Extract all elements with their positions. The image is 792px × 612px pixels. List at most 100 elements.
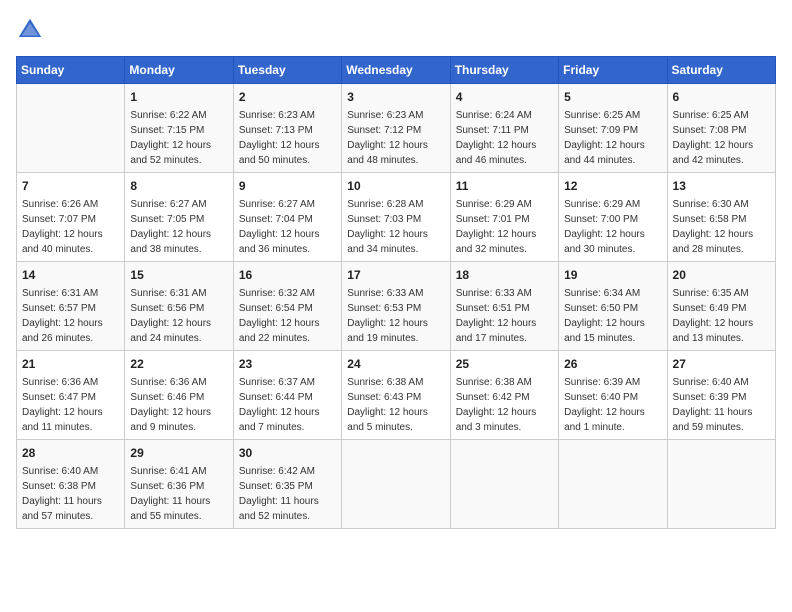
day-number: 26 bbox=[564, 355, 661, 373]
weekday-header: Friday bbox=[559, 57, 667, 84]
calendar-cell bbox=[559, 440, 667, 529]
calendar-cell: 17 Sunrise: 6:33 AM Sunset: 6:53 PM Dayli… bbox=[342, 262, 450, 351]
calendar-cell: 24 Sunrise: 6:38 AM Sunset: 6:43 PM Dayli… bbox=[342, 351, 450, 440]
day-number: 6 bbox=[673, 88, 770, 106]
calendar-cell: 16 Sunrise: 6:32 AM Sunset: 6:54 PM Dayli… bbox=[233, 262, 341, 351]
day-info: Sunrise: 6:39 AM Sunset: 6:40 PM Dayligh… bbox=[564, 375, 661, 435]
day-number: 28 bbox=[22, 444, 119, 462]
day-info: Sunrise: 6:29 AM Sunset: 7:01 PM Dayligh… bbox=[456, 197, 553, 257]
day-number: 8 bbox=[130, 177, 227, 195]
day-info: Sunrise: 6:23 AM Sunset: 7:13 PM Dayligh… bbox=[239, 108, 336, 168]
calendar-cell: 20 Sunrise: 6:35 AM Sunset: 6:49 PM Dayli… bbox=[667, 262, 775, 351]
calendar-cell bbox=[450, 440, 558, 529]
day-number: 22 bbox=[130, 355, 227, 373]
day-info: Sunrise: 6:36 AM Sunset: 6:46 PM Dayligh… bbox=[130, 375, 227, 435]
day-info: Sunrise: 6:30 AM Sunset: 6:58 PM Dayligh… bbox=[673, 197, 770, 257]
calendar-cell: 5 Sunrise: 6:25 AM Sunset: 7:09 PM Daylig… bbox=[559, 84, 667, 173]
calendar-table: SundayMondayTuesdayWednesdayThursdayFrid… bbox=[16, 56, 776, 529]
day-info: Sunrise: 6:31 AM Sunset: 6:57 PM Dayligh… bbox=[22, 286, 119, 346]
day-info: Sunrise: 6:32 AM Sunset: 6:54 PM Dayligh… bbox=[239, 286, 336, 346]
day-info: Sunrise: 6:41 AM Sunset: 6:36 PM Dayligh… bbox=[130, 464, 227, 524]
calendar-cell: 12 Sunrise: 6:29 AM Sunset: 7:00 PM Dayli… bbox=[559, 173, 667, 262]
day-number: 12 bbox=[564, 177, 661, 195]
day-number: 23 bbox=[239, 355, 336, 373]
day-info: Sunrise: 6:37 AM Sunset: 6:44 PM Dayligh… bbox=[239, 375, 336, 435]
day-number: 24 bbox=[347, 355, 444, 373]
day-number: 13 bbox=[673, 177, 770, 195]
weekday-header: Monday bbox=[125, 57, 233, 84]
day-number: 3 bbox=[347, 88, 444, 106]
day-info: Sunrise: 6:26 AM Sunset: 7:07 PM Dayligh… bbox=[22, 197, 119, 257]
day-info: Sunrise: 6:27 AM Sunset: 7:04 PM Dayligh… bbox=[239, 197, 336, 257]
calendar-cell: 11 Sunrise: 6:29 AM Sunset: 7:01 PM Dayli… bbox=[450, 173, 558, 262]
day-number: 4 bbox=[456, 88, 553, 106]
day-number: 30 bbox=[239, 444, 336, 462]
day-number: 15 bbox=[130, 266, 227, 284]
calendar-cell: 22 Sunrise: 6:36 AM Sunset: 6:46 PM Dayli… bbox=[125, 351, 233, 440]
day-info: Sunrise: 6:29 AM Sunset: 7:00 PM Dayligh… bbox=[564, 197, 661, 257]
day-number: 19 bbox=[564, 266, 661, 284]
calendar-cell: 21Sunrise: 6:36 AM Sunset: 6:47 PM Dayli… bbox=[17, 351, 125, 440]
calendar-cell: 25 Sunrise: 6:38 AM Sunset: 6:42 PM Dayli… bbox=[450, 351, 558, 440]
calendar-week-row: 21Sunrise: 6:36 AM Sunset: 6:47 PM Dayli… bbox=[17, 351, 776, 440]
logo bbox=[16, 16, 48, 44]
day-info: Sunrise: 6:25 AM Sunset: 7:08 PM Dayligh… bbox=[673, 108, 770, 168]
calendar-cell bbox=[17, 84, 125, 173]
calendar-cell: 9 Sunrise: 6:27 AM Sunset: 7:04 PM Daylig… bbox=[233, 173, 341, 262]
day-number: 11 bbox=[456, 177, 553, 195]
day-number: 5 bbox=[564, 88, 661, 106]
calendar-week-row: 1 Sunrise: 6:22 AM Sunset: 7:15 PM Daylig… bbox=[17, 84, 776, 173]
weekday-header: Wednesday bbox=[342, 57, 450, 84]
calendar-cell: 13 Sunrise: 6:30 AM Sunset: 6:58 PM Dayli… bbox=[667, 173, 775, 262]
calendar-header-row: SundayMondayTuesdayWednesdayThursdayFrid… bbox=[17, 57, 776, 84]
weekday-header: Sunday bbox=[17, 57, 125, 84]
calendar-cell: 8Sunrise: 6:27 AM Sunset: 7:05 PM Daylig… bbox=[125, 173, 233, 262]
weekday-header: Tuesday bbox=[233, 57, 341, 84]
day-number: 17 bbox=[347, 266, 444, 284]
day-info: Sunrise: 6:23 AM Sunset: 7:12 PM Dayligh… bbox=[347, 108, 444, 168]
calendar-week-row: 28 Sunrise: 6:40 AM Sunset: 6:38 PM Dayli… bbox=[17, 440, 776, 529]
calendar-cell: 6 Sunrise: 6:25 AM Sunset: 7:08 PM Daylig… bbox=[667, 84, 775, 173]
day-number: 10 bbox=[347, 177, 444, 195]
calendar-cell: 19 Sunrise: 6:34 AM Sunset: 6:50 PM Dayli… bbox=[559, 262, 667, 351]
day-info: Sunrise: 6:42 AM Sunset: 6:35 PM Dayligh… bbox=[239, 464, 336, 524]
day-number: 27 bbox=[673, 355, 770, 373]
day-number: 29 bbox=[130, 444, 227, 462]
day-number: 25 bbox=[456, 355, 553, 373]
calendar-cell: 4Sunrise: 6:24 AM Sunset: 7:11 PM Daylig… bbox=[450, 84, 558, 173]
day-info: Sunrise: 6:33 AM Sunset: 6:51 PM Dayligh… bbox=[456, 286, 553, 346]
calendar-cell bbox=[342, 440, 450, 529]
calendar-cell: 10 Sunrise: 6:28 AM Sunset: 7:03 PM Dayli… bbox=[342, 173, 450, 262]
calendar-cell: 28 Sunrise: 6:40 AM Sunset: 6:38 PM Dayli… bbox=[17, 440, 125, 529]
day-number: 16 bbox=[239, 266, 336, 284]
logo-icon bbox=[16, 16, 44, 44]
day-info: Sunrise: 6:35 AM Sunset: 6:49 PM Dayligh… bbox=[673, 286, 770, 346]
day-info: Sunrise: 6:33 AM Sunset: 6:53 PM Dayligh… bbox=[347, 286, 444, 346]
calendar-cell: 23 Sunrise: 6:37 AM Sunset: 6:44 PM Dayli… bbox=[233, 351, 341, 440]
calendar-week-row: 14Sunrise: 6:31 AM Sunset: 6:57 PM Dayli… bbox=[17, 262, 776, 351]
day-info: Sunrise: 6:40 AM Sunset: 6:39 PM Dayligh… bbox=[673, 375, 770, 435]
day-number: 1 bbox=[130, 88, 227, 106]
day-number: 7 bbox=[22, 177, 119, 195]
day-number: 20 bbox=[673, 266, 770, 284]
day-info: Sunrise: 6:25 AM Sunset: 7:09 PM Dayligh… bbox=[564, 108, 661, 168]
calendar-cell: 3 Sunrise: 6:23 AM Sunset: 7:12 PM Daylig… bbox=[342, 84, 450, 173]
calendar-week-row: 7 Sunrise: 6:26 AM Sunset: 7:07 PM Daylig… bbox=[17, 173, 776, 262]
weekday-header: Saturday bbox=[667, 57, 775, 84]
day-info: Sunrise: 6:31 AM Sunset: 6:56 PM Dayligh… bbox=[130, 286, 227, 346]
calendar-cell: 30 Sunrise: 6:42 AM Sunset: 6:35 PM Dayli… bbox=[233, 440, 341, 529]
day-number: 18 bbox=[456, 266, 553, 284]
day-info: Sunrise: 6:40 AM Sunset: 6:38 PM Dayligh… bbox=[22, 464, 119, 524]
calendar-cell: 2 Sunrise: 6:23 AM Sunset: 7:13 PM Daylig… bbox=[233, 84, 341, 173]
day-number: 9 bbox=[239, 177, 336, 195]
day-info: Sunrise: 6:38 AM Sunset: 6:43 PM Dayligh… bbox=[347, 375, 444, 435]
calendar-cell: 14Sunrise: 6:31 AM Sunset: 6:57 PM Dayli… bbox=[17, 262, 125, 351]
weekday-header: Thursday bbox=[450, 57, 558, 84]
calendar-cell: 18 Sunrise: 6:33 AM Sunset: 6:51 PM Dayli… bbox=[450, 262, 558, 351]
day-info: Sunrise: 6:22 AM Sunset: 7:15 PM Dayligh… bbox=[130, 108, 227, 168]
day-info: Sunrise: 6:34 AM Sunset: 6:50 PM Dayligh… bbox=[564, 286, 661, 346]
day-info: Sunrise: 6:28 AM Sunset: 7:03 PM Dayligh… bbox=[347, 197, 444, 257]
calendar-cell: 15 Sunrise: 6:31 AM Sunset: 6:56 PM Dayli… bbox=[125, 262, 233, 351]
day-info: Sunrise: 6:38 AM Sunset: 6:42 PM Dayligh… bbox=[456, 375, 553, 435]
day-number: 2 bbox=[239, 88, 336, 106]
